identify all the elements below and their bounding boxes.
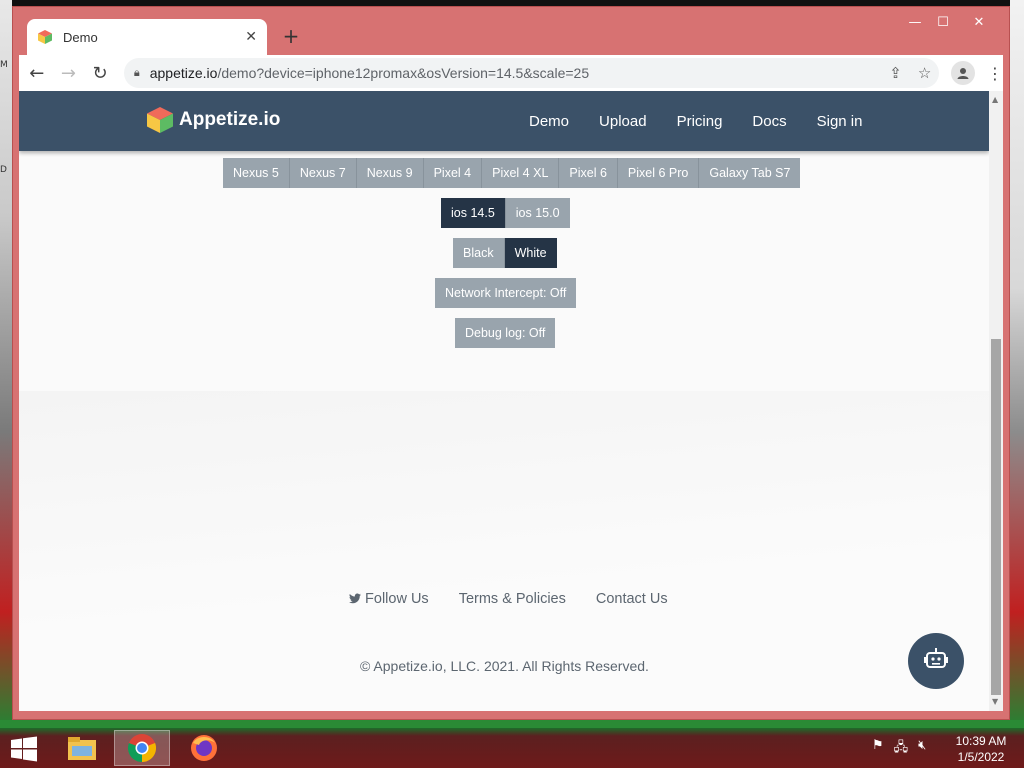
site-logo[interactable]: Appetize.io [145, 105, 280, 135]
close-window-button[interactable]: ✕ [957, 11, 1001, 33]
system-tray: ⚑ 🖧︎ 🔇︎ [872, 738, 926, 760]
page-viewport: Appetize.io Demo Upload Pricing Docs Sig… [19, 91, 1003, 711]
bookmark-star-icon[interactable]: ☆ [918, 64, 931, 82]
windows-start-icon[interactable] [10, 736, 38, 762]
taskbar-clock[interactable]: 10:39 AM 1/5/2022 [950, 733, 1012, 765]
action-center-flag-icon[interactable]: ⚑ [872, 738, 884, 760]
taskbar-strip [0, 720, 1024, 728]
window-controls: — ☐ ✕ [901, 11, 1001, 33]
appetize-favicon-icon [37, 29, 53, 45]
device-button[interactable]: Pixel 4 XL [482, 158, 560, 188]
tab-close-icon[interactable]: ✕ [245, 29, 257, 45]
nav-links: Demo Upload Pricing Docs Sign in [529, 91, 862, 151]
twitter-icon [349, 591, 365, 607]
minimize-button[interactable]: — [901, 11, 929, 33]
network-intercept-button[interactable]: Network Intercept: Off [435, 278, 577, 308]
os-version-button[interactable]: ios 15.0 [505, 198, 570, 228]
color-mode-selector: Black White [453, 238, 557, 268]
nav-upload[interactable]: Upload [599, 113, 647, 130]
desktop-edge-left: M D [0, 0, 12, 720]
desktop-edge-right [1010, 0, 1024, 720]
device-button[interactable]: Pixel 6 [559, 158, 618, 188]
scroll-up-icon[interactable]: ▲ [992, 95, 998, 104]
nav-demo[interactable]: Demo [529, 113, 569, 130]
device-button[interactable]: Nexus 9 [356, 158, 424, 188]
device-selector: Nexus 5 Nexus 7 Nexus 9 Pixel 4 Pixel 4 … [223, 158, 801, 188]
os-version-button[interactable]: ios 14.5 [441, 198, 506, 228]
maximize-button[interactable]: ☐ [929, 11, 957, 33]
lock-icon: 🔒︎ [133, 66, 140, 79]
logo-text: Appetize.io [179, 109, 281, 130]
browser-window: — ☐ ✕ Demo ✕ + ← → ↻ 🔒︎ appetize.io/demo… [12, 6, 1010, 720]
clock-date: 1/5/2022 [957, 750, 1005, 764]
device-button[interactable]: Nexus 5 [223, 158, 290, 188]
vertical-scrollbar[interactable]: ▲ ▼ [989, 91, 1003, 711]
nav-pricing[interactable]: Pricing [677, 113, 723, 130]
network-intercept-group: Network Intercept: Off [435, 278, 577, 308]
volume-muted-icon[interactable]: 🔇︎ [918, 738, 926, 760]
site-navbar: Appetize.io Demo Upload Pricing Docs Sig… [19, 91, 989, 151]
copyright-text: © Appetize.io, LLC. 2021. All Rights Res… [360, 658, 649, 674]
tab-title: Demo [63, 29, 98, 45]
address-bar[interactable]: 🔒︎ appetize.io/demo?device=iphone12proma… [123, 58, 940, 88]
taskbar: ⚑ 🖧︎ 🔇︎ 10:39 AM 1/5/2022 [0, 728, 1024, 768]
share-icon[interactable]: ⇪ [889, 64, 902, 82]
follow-us-label: Follow Us [365, 591, 429, 607]
nav-sign-in[interactable]: Sign in [817, 113, 863, 130]
debug-log-button[interactable]: Debug log: Off [455, 318, 556, 348]
device-button[interactable]: Pixel 4 [423, 158, 483, 188]
forward-button[interactable]: → [55, 59, 83, 87]
chrome-icon[interactable] [114, 730, 170, 766]
clock-time: 10:39 AM [955, 734, 1007, 748]
nav-docs[interactable]: Docs [752, 113, 786, 130]
device-button[interactable]: Nexus 7 [289, 158, 357, 188]
device-button[interactable]: Galaxy Tab S7 [699, 158, 801, 188]
color-white-button[interactable]: White [504, 238, 557, 268]
firefox-icon[interactable] [176, 730, 232, 766]
footer-links: Follow Us Terms & Policies Contact Us [349, 591, 668, 607]
browser-menu-icon[interactable]: ⋮ [987, 64, 1003, 83]
profile-avatar-icon[interactable] [951, 61, 975, 85]
chat-bot-button[interactable] [908, 633, 964, 689]
file-explorer-icon[interactable] [54, 730, 110, 766]
device-button[interactable]: Pixel 6 Pro [617, 158, 700, 188]
new-tab-button[interactable]: + [279, 25, 303, 49]
os-version-selector: ios 14.5 ios 15.0 [441, 198, 570, 228]
terms-link[interactable]: Terms & Policies [459, 591, 566, 607]
reload-button[interactable]: ↻ [86, 59, 114, 87]
scrollbar-thumb[interactable] [991, 339, 1001, 695]
follow-us-link[interactable]: Follow Us [349, 591, 429, 607]
contact-link[interactable]: Contact Us [596, 591, 668, 607]
network-icon[interactable]: 🖧︎ [894, 738, 909, 760]
url-text: appetize.io/demo?device=iphone12promax&o… [149, 65, 590, 81]
robot-icon [923, 647, 949, 676]
scroll-down-icon[interactable]: ▼ [992, 697, 998, 706]
color-black-button[interactable]: Black [453, 238, 505, 268]
debug-log-group: Debug log: Off [455, 318, 556, 348]
browser-toolbar: ← → ↻ 🔒︎ appetize.io/demo?device=iphone1… [19, 55, 1003, 91]
appetize-cube-icon [145, 105, 175, 135]
browser-tab[interactable]: Demo ✕ [27, 19, 267, 55]
back-button[interactable]: ← [23, 59, 51, 87]
